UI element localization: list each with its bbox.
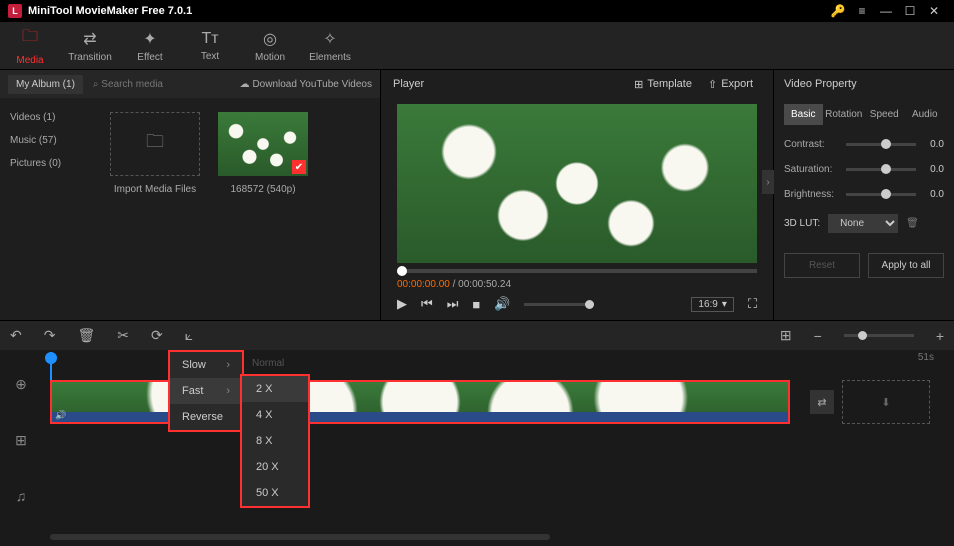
media-thumbnail[interactable] — [218, 112, 308, 176]
delete-lut-icon[interactable]: 🗑 — [906, 218, 919, 229]
zoom-out-icon[interactable]: − — [814, 328, 822, 344]
tab-text[interactable]: TᴛText — [180, 22, 240, 69]
swap-icon[interactable]: ⇄ — [810, 390, 834, 414]
tab-rotation[interactable]: Rotation — [825, 104, 864, 125]
speed-50x[interactable]: 50 X — [242, 480, 308, 506]
sidebar-music[interactable]: Music (57) — [0, 129, 100, 152]
saturation-slider[interactable] — [846, 168, 916, 171]
split-icon[interactable]: ✂ — [117, 327, 129, 344]
sidebar-videos[interactable]: Videos (1) — [0, 106, 100, 129]
tab-audio[interactable]: Audio — [906, 104, 945, 125]
sidebar-pictures[interactable]: Pictures (0) — [0, 152, 100, 175]
tab-motion[interactable]: ◎Motion — [240, 22, 300, 69]
prev-icon[interactable]: ⏮ — [421, 296, 433, 312]
zoom-slider[interactable] — [844, 334, 914, 337]
props-title: Video Property — [784, 70, 944, 98]
search-input[interactable]: Search media — [93, 79, 230, 90]
crop-icon[interactable]: ⟀ — [185, 327, 193, 344]
speed-8x[interactable]: 8 X — [242, 428, 308, 454]
speed-4x[interactable]: 4 X — [242, 402, 308, 428]
brightness-slider[interactable] — [846, 193, 916, 196]
speed-20x[interactable]: 20 X — [242, 454, 308, 480]
time-current: 00:00:00.00 — [397, 279, 450, 290]
album-tab[interactable]: My Album (1) — [8, 75, 83, 94]
redo-icon[interactable]: ↷ — [44, 327, 56, 344]
template-button[interactable]: ⊞ Template — [626, 78, 700, 91]
app-title: MiniTool MovieMaker Free 7.0.1 — [28, 5, 826, 17]
clip-audio-icon: 🔊 — [55, 410, 66, 421]
volume-slider[interactable] — [524, 303, 594, 306]
expand-panel-icon[interactable]: › — [762, 170, 774, 194]
export-button[interactable]: ⇧ Export — [700, 78, 761, 91]
menu-reverse[interactable]: Reverse — [170, 404, 242, 430]
main-toolbar: 🗀Media ⇄Transition ✦Effect TᴛText ◎Motio… — [0, 22, 954, 70]
menu-normal: Normal — [252, 358, 284, 369]
menu-slow[interactable]: Slow› — [170, 352, 242, 378]
tab-transition[interactable]: ⇄Transition — [60, 22, 120, 69]
clip-label: 168572 (540p) — [218, 184, 308, 195]
video-preview — [397, 104, 757, 263]
speed-submenu: 2 X 4 X 8 X 20 X 50 X — [240, 374, 310, 508]
time-total: 00:00:50.24 — [458, 279, 511, 290]
speed-menu: Slow› Fast› Reverse — [168, 350, 244, 432]
aspect-ratio[interactable]: 16:9▾ — [691, 297, 734, 312]
import-label: Import Media Files — [110, 184, 200, 195]
tab-elements[interactable]: ✧Elements — [300, 22, 360, 69]
timeline-scrollbar[interactable] — [50, 534, 550, 540]
scrub-bar[interactable] — [397, 269, 757, 273]
dropzone[interactable]: ⬇ — [842, 380, 930, 424]
video-track-icon[interactable]: ⊞ — [0, 412, 42, 468]
speed-icon[interactable]: ⟳ — [151, 327, 163, 344]
zoom-in-icon[interactable]: + — [936, 328, 944, 344]
menu-icon[interactable]: ≡ — [850, 4, 874, 18]
app-logo: L — [8, 4, 22, 18]
lut-select[interactable]: None — [828, 214, 898, 233]
video-clip[interactable]: 🔊 — [50, 380, 790, 424]
reset-button[interactable]: Reset — [784, 253, 860, 278]
close-icon[interactable]: ✕ — [922, 4, 946, 18]
upgrade-icon[interactable]: 🔑 — [826, 4, 850, 18]
tab-speed[interactable]: Speed — [865, 104, 904, 125]
menu-fast[interactable]: Fast› — [170, 378, 242, 404]
undo-icon[interactable]: ↶ — [10, 327, 22, 344]
tab-media[interactable]: 🗀Media — [0, 22, 60, 69]
tab-basic[interactable]: Basic — [784, 104, 823, 125]
audio-track-icon[interactable]: ♫ — [0, 468, 42, 524]
add-track-icon[interactable]: ⊕ — [0, 356, 42, 412]
contrast-slider[interactable] — [846, 143, 916, 146]
maximize-icon[interactable]: ☐ — [898, 4, 922, 18]
next-icon[interactable]: ⏭ — [447, 296, 459, 312]
fullscreen-icon[interactable]: ⛶ — [748, 296, 757, 312]
play-icon[interactable]: ▶ — [397, 296, 407, 312]
delete-icon[interactable]: 🗑 — [77, 327, 95, 344]
minimize-icon[interactable]: — — [874, 4, 898, 18]
fit-icon[interactable]: ⊞ — [780, 327, 792, 344]
tab-effect[interactable]: ✦Effect — [120, 22, 180, 69]
stop-icon[interactable]: ■ — [472, 297, 480, 312]
speed-2x[interactable]: 2 X — [242, 376, 308, 402]
player-title: Player — [393, 78, 424, 90]
volume-icon[interactable]: 🔊 — [494, 296, 510, 312]
import-media-button[interactable]: 🗀 — [110, 112, 200, 176]
apply-all-button[interactable]: Apply to all — [868, 253, 944, 278]
download-youtube[interactable]: ☁ Download YouTube Videos — [240, 79, 372, 90]
